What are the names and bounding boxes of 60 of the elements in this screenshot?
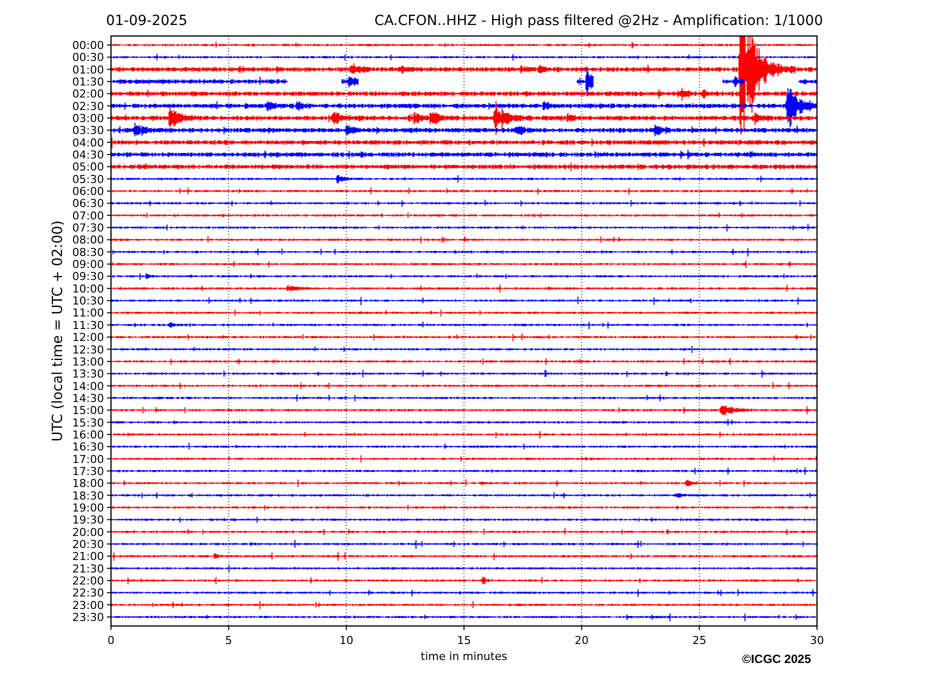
time-label: 07:00 — [72, 209, 104, 222]
time-label: 03:00 — [72, 112, 104, 126]
time-label: 19:30 — [72, 514, 104, 527]
time-label: 01:00 — [72, 63, 104, 76]
chart-title: CA.CFON..HHZ - High pass filtered @2Hz - Amplification: 1/1000 — [374, 13, 823, 29]
time-label: 21:00 — [72, 550, 104, 564]
minute-label: 0 — [108, 634, 114, 647]
time-label: 20:30 — [72, 538, 104, 551]
time-label: 02:00 — [72, 88, 104, 101]
y-axis-title: UTC (local time = UTC + 02:00) — [50, 220, 66, 442]
time-label: 17:30 — [72, 464, 104, 478]
minute-label: 25 — [692, 634, 706, 647]
time-label: 05:00 — [72, 160, 104, 174]
copyright-text: ©ICGC 2025 — [742, 652, 811, 666]
time-label: 16:00 — [72, 428, 104, 442]
time-label: 11:00 — [72, 306, 104, 320]
time-label: 15:30 — [72, 416, 104, 430]
time-label: 06:30 — [72, 197, 104, 210]
time-label: 05:30 — [72, 172, 104, 186]
time-label: 15:00 — [72, 404, 104, 418]
time-label: 13:30 — [72, 368, 104, 381]
time-label: 03:30 — [72, 124, 104, 138]
time-label: 12:00 — [72, 331, 104, 344]
time-label: 08:30 — [72, 246, 104, 259]
time-label: 10:00 — [72, 282, 104, 296]
time-label: 07:30 — [72, 222, 104, 235]
x-axis-title: time in minutes — [420, 650, 508, 663]
time-label: 20:00 — [72, 526, 104, 539]
date-title: 01-09-2025 — [106, 13, 188, 29]
minute-label: 30 — [810, 634, 824, 647]
time-label: 00:00 — [72, 39, 104, 52]
time-label: 00:30 — [72, 51, 104, 64]
time-label: 18:30 — [72, 489, 104, 502]
time-label: 22:30 — [72, 586, 104, 600]
time-label: 18:00 — [72, 477, 104, 490]
minute-label: 10 — [339, 634, 354, 647]
time-label: 19:00 — [72, 501, 104, 514]
minute-label: 20 — [574, 634, 589, 647]
time-label: 23:30 — [72, 611, 104, 624]
time-label: 12:30 — [72, 343, 104, 356]
time-label: 08:00 — [72, 234, 104, 247]
time-label: 21:30 — [72, 562, 104, 576]
time-label: 06:00 — [72, 185, 104, 198]
time-label: 17:00 — [72, 452, 104, 466]
time-label: 01:30 — [72, 76, 104, 88]
time-label: 11:30 — [72, 318, 104, 332]
time-label: 09:30 — [72, 270, 104, 284]
time-label: 13:00 — [72, 355, 104, 368]
minute-label: 15 — [457, 634, 471, 647]
time-label: 14:00 — [72, 380, 104, 393]
time-label: 16:30 — [72, 440, 104, 454]
time-label: 23:00 — [72, 598, 104, 612]
time-label: 10:30 — [72, 294, 104, 308]
time-label: 04:00 — [72, 136, 104, 150]
time-label: 14:30 — [72, 392, 104, 405]
time-label: 09:00 — [72, 258, 104, 272]
time-label: 22:00 — [72, 574, 104, 588]
time-label: 02:30 — [72, 100, 104, 113]
minute-label: 5 — [225, 634, 232, 647]
time-label: 04:30 — [72, 148, 104, 162]
